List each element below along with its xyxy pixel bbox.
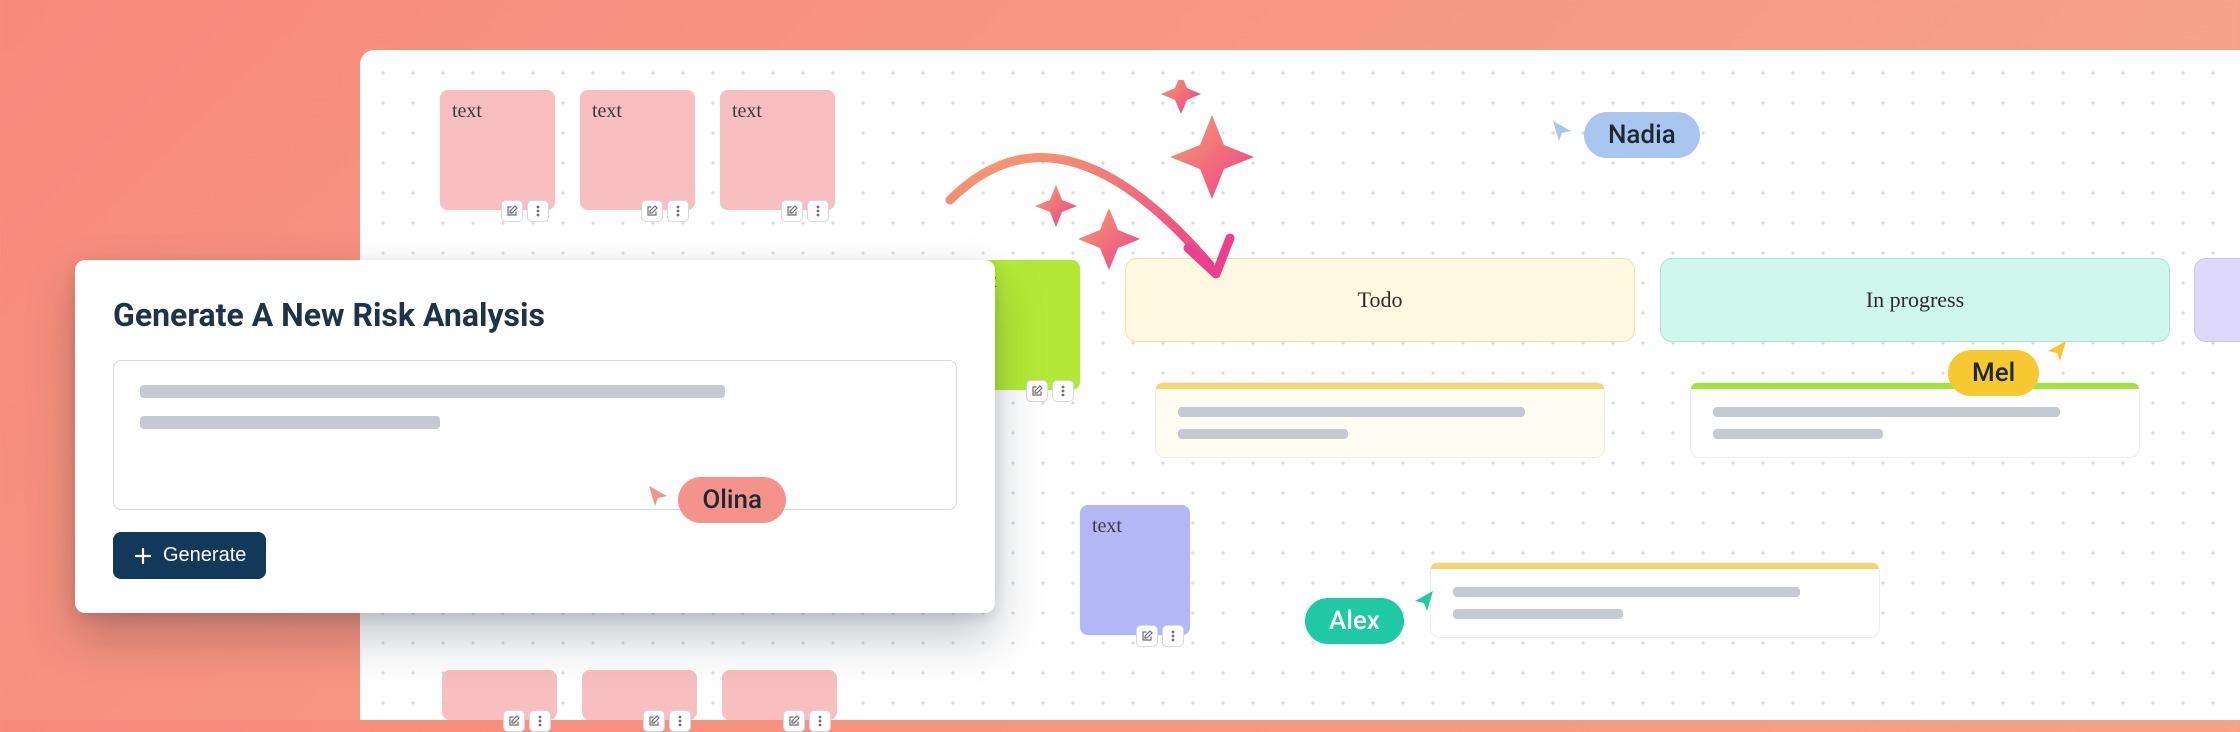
user-label: Mel — [1948, 350, 2039, 396]
sticky-note[interactable] — [582, 670, 697, 720]
generate-modal: Generate A New Risk Analysis Olina Gener… — [75, 260, 995, 613]
cursor-icon — [1550, 119, 1574, 143]
edit-icon[interactable] — [503, 710, 525, 732]
sparkle-icon — [950, 80, 1290, 294]
user-label: Olina — [678, 477, 786, 523]
sticky-note-text: text — [732, 100, 762, 122]
generate-button[interactable]: Generate — [113, 532, 266, 579]
more-icon[interactable] — [669, 710, 691, 732]
column-title: In progress — [1866, 287, 1964, 313]
more-icon[interactable] — [807, 200, 829, 222]
kanban-column-partial[interactable] — [2194, 258, 2240, 342]
edit-icon[interactable] — [783, 710, 805, 732]
modal-title: Generate A New Risk Analysis — [113, 296, 957, 334]
user-cursor-nadia: Nadia — [1550, 112, 1700, 158]
more-icon[interactable] — [1162, 625, 1184, 647]
generate-button-label: Generate — [163, 544, 246, 567]
user-cursor-mel: Mel — [1948, 350, 2069, 396]
sticky-note-text: text — [592, 100, 622, 122]
edit-icon[interactable] — [1136, 625, 1158, 647]
more-icon[interactable] — [527, 200, 549, 222]
edit-icon[interactable] — [641, 200, 663, 222]
sticky-note-text: text — [1092, 515, 1122, 537]
sticky-note[interactable]: text — [580, 90, 695, 210]
more-icon[interactable] — [667, 200, 689, 222]
edit-icon[interactable] — [643, 710, 665, 732]
prompt-input[interactable]: Olina — [113, 360, 957, 510]
kanban-column-in-progress[interactable]: In progress — [1660, 258, 2170, 342]
sticky-note[interactable]: text — [440, 90, 555, 210]
user-cursor-alex: Alex — [1305, 598, 1436, 644]
kanban-card[interactable] — [1690, 382, 2140, 458]
sticky-note[interactable]: text — [720, 90, 835, 210]
sticky-note[interactable] — [722, 670, 837, 720]
more-icon[interactable] — [809, 710, 831, 732]
user-label: Nadia — [1584, 112, 1700, 158]
kanban-card[interactable] — [1430, 562, 1880, 638]
sticky-note-text: text — [452, 100, 482, 122]
user-cursor-olina: Olina — [646, 477, 786, 523]
edit-icon[interactable] — [1026, 380, 1048, 402]
sticky-note[interactable] — [442, 670, 557, 720]
cursor-icon — [1412, 589, 1436, 613]
sticky-note[interactable]: text — [1080, 505, 1190, 635]
more-icon[interactable] — [529, 710, 551, 732]
column-title: Todo — [1358, 287, 1403, 313]
edit-icon[interactable] — [501, 200, 523, 222]
edit-icon[interactable] — [781, 200, 803, 222]
cursor-icon — [646, 484, 670, 508]
user-label: Alex — [1305, 598, 1404, 644]
cursor-icon — [2045, 339, 2069, 363]
plus-icon — [133, 546, 153, 566]
more-icon[interactable] — [1052, 380, 1074, 402]
kanban-card[interactable] — [1155, 382, 1605, 458]
